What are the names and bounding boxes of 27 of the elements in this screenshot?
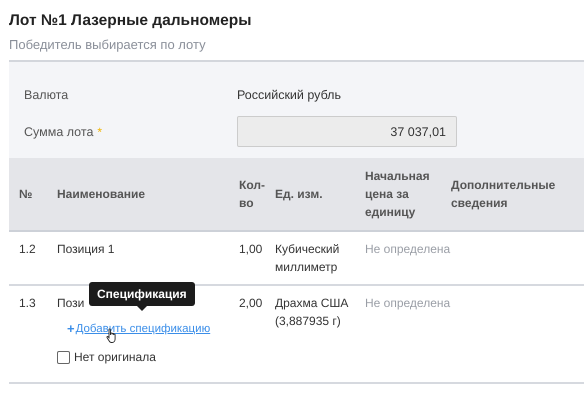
table-cell: Позиция 1 [57, 242, 114, 256]
lot-subtitle: Победитель выбирается по лоту [9, 37, 207, 52]
table-cell: Кубический миллиметр [275, 242, 340, 274]
table-cell: 1.2 [19, 242, 36, 256]
field-label: Сумма лота [24, 124, 94, 138]
checkbox[interactable] [57, 350, 70, 364]
required-mark: * [97, 124, 102, 138]
table-cell: Пози [57, 296, 84, 310]
checkbox-label: Нет оригинала [74, 349, 156, 366]
table-cell: 2,00 [239, 296, 262, 310]
table-cell: Драхма США (3,887935 г) [275, 296, 348, 328]
table-cell: 1.3 [19, 296, 36, 310]
tooltip-pointer [136, 306, 147, 311]
lot-title: Лот №1 Лазерные дальномеры [9, 12, 252, 30]
table-cell: 1,00 [239, 242, 262, 256]
column-header: Ед. изм. [275, 186, 324, 203]
table-cell: Не определена [365, 296, 450, 310]
field-label: Валюта [24, 88, 68, 102]
column-header: Дополнительные сведения [451, 177, 556, 212]
field-value: Российский рубль [237, 88, 342, 102]
column-header: Наименование [57, 186, 146, 203]
sum-field[interactable]: 37 037,01 [237, 116, 457, 147]
column-header: Начальная цена за единицу [365, 168, 431, 221]
tooltip: Спецификация [89, 282, 195, 306]
table-cell: Не определена [365, 242, 450, 256]
column-header: Кол-во [239, 177, 266, 212]
column-header: № [19, 186, 34, 203]
